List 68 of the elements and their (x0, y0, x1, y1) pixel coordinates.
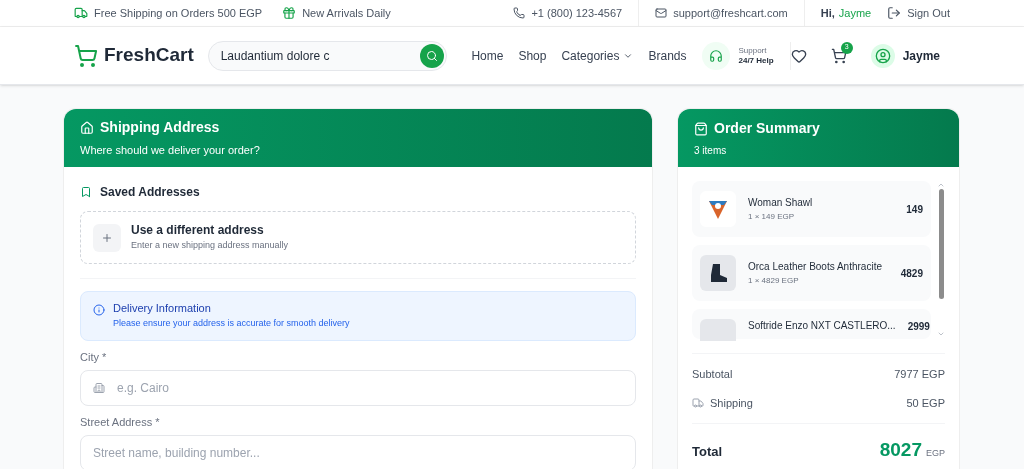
product-quantity: 1 × 4829 EGP (748, 276, 800, 286)
product-name: Orca Leather Boots Anthracite (748, 260, 883, 274)
total-currency: EGP (926, 447, 945, 460)
card-title: Order Summary (714, 119, 820, 138)
headset-icon-badge (702, 41, 731, 70)
product-price: 149 (906, 202, 923, 217)
total-label: Total (692, 443, 723, 461)
product-name: Softride Enzo NXT CASTLERO... (748, 319, 896, 333)
logo-icon (74, 43, 98, 68)
scroll-down-icon[interactable] (937, 330, 945, 338)
sign-out-icon (887, 6, 902, 20)
promo-text: New Arrivals Daily (302, 5, 391, 21)
nav-link[interactable]: Brands (648, 46, 687, 65)
shopping-bag-icon (694, 121, 708, 136)
shipping-label: Shipping (710, 395, 753, 411)
info-icon (93, 304, 105, 316)
heart-icon[interactable] (790, 47, 807, 64)
field-label: City * (80, 351, 108, 364)
support-hours: 24/7 Help (738, 55, 774, 66)
nav-link[interactable]: Shop (518, 46, 547, 65)
product-price: 2999 (907, 320, 930, 334)
sign-out-link[interactable]: Sign Out (887, 4, 950, 22)
search-input[interactable]: Laudantium dolore c (220, 46, 421, 65)
phone-number: +1 (800) 123-4567 (531, 5, 623, 21)
card-subtitle: Where should we deliver your order? (80, 143, 261, 159)
product-price: 4829 (900, 266, 923, 281)
mail-icon (655, 7, 668, 19)
support-label: Support (738, 45, 768, 56)
product-name: Woman Shawl (748, 196, 814, 210)
alert-title: Delivery Information (113, 302, 212, 316)
cart-icon[interactable] (830, 47, 847, 64)
subtotal-value: 7977 EGP (894, 367, 945, 382)
user-avatar-icon (870, 43, 895, 68)
nav-link[interactable]: Categories (561, 46, 634, 65)
nav-link[interactable]: Home (471, 46, 504, 65)
gift-icon (282, 6, 297, 20)
search-button[interactable] (420, 43, 445, 68)
building-icon (93, 382, 105, 394)
bookmark-icon (80, 186, 92, 198)
phone-icon (513, 7, 526, 19)
option-title: Use a different address (131, 223, 265, 239)
truck-icon (692, 396, 704, 409)
total-value: 8027 (879, 438, 922, 462)
option-subtitle: Enter a new shipping address manually (131, 240, 289, 252)
text-input[interactable]: e.g. Cairo (117, 379, 623, 397)
plus-icon (93, 223, 121, 252)
subtotal-label: Subtotal (692, 367, 733, 382)
shipping-value: 50 EGP (906, 395, 945, 411)
promo-text: Free Shipping on Orders 500 EGP (94, 5, 263, 21)
new-address-option[interactable]: Use a different address Enter a new shipping address manually (80, 211, 636, 264)
alert-text: Please ensure your address is accurate for smooth delivery (113, 317, 350, 329)
product-quantity: 1 × 149 EGP (748, 212, 796, 222)
greeting-text: Hi, (820, 5, 835, 21)
search-field[interactable]: Laudantium dolore c (207, 40, 448, 71)
scroll-up-icon[interactable] (937, 181, 945, 189)
text-input-field[interactable]: e.g. Cairo (80, 370, 636, 406)
account-button[interactable]: Jayme (870, 43, 940, 68)
home-icon (80, 120, 94, 135)
search-icon (426, 49, 439, 62)
logo-text[interactable]: FreshCart (104, 41, 194, 70)
user-name: Jayme (838, 5, 872, 21)
card-title: Shipping Address (100, 118, 220, 138)
truck-icon (74, 6, 88, 20)
support-email: support@freshcart.com (673, 5, 788, 21)
section-title: Saved Addresses (100, 184, 200, 201)
text-input[interactable]: Street name, building number... (93, 444, 623, 462)
item-count: 3 items (694, 144, 728, 158)
field-label: Street Address * (80, 416, 161, 429)
